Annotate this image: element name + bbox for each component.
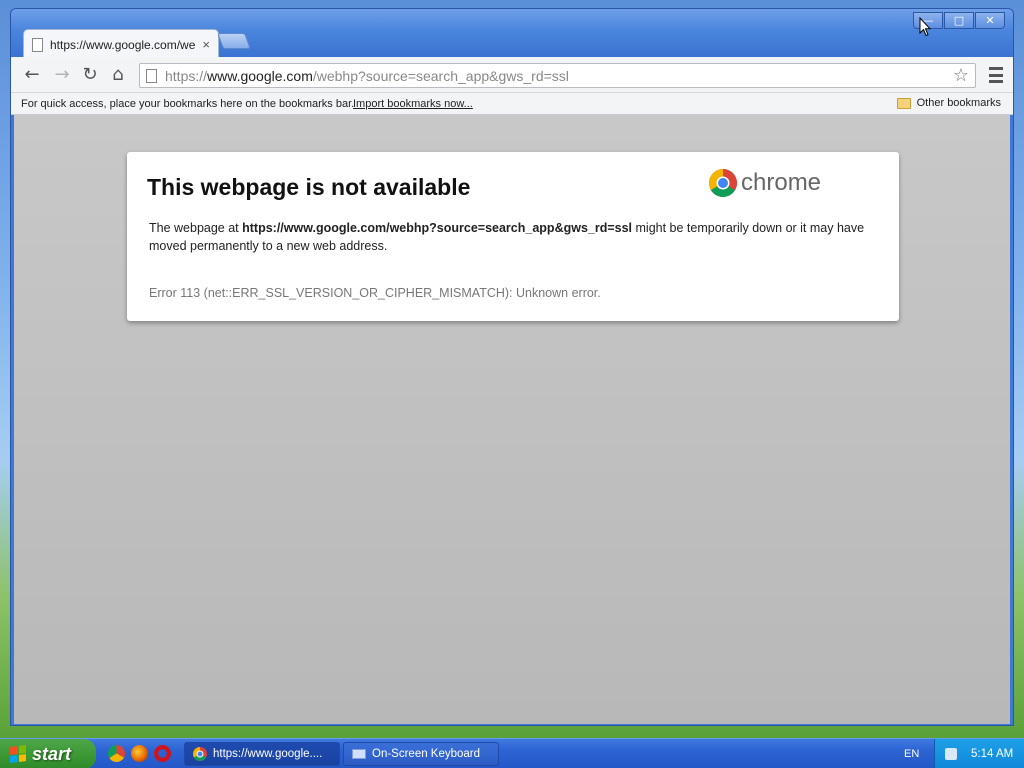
browser-tab[interactable]: https://www.google.com/we × — [23, 29, 219, 59]
chrome-quicklaunch-icon[interactable] — [108, 745, 125, 762]
network-icon[interactable] — [945, 748, 957, 760]
other-bookmarks-label: Other bookmarks — [916, 97, 1001, 109]
opera-quicklaunch-icon[interactable] — [154, 745, 171, 762]
system-tray: 5:14 AM — [934, 739, 1024, 768]
chrome-wordmark: chrome — [741, 169, 822, 196]
bookmarks-hint: For quick access, place your bookmarks h… — [21, 98, 355, 110]
keyboard-icon — [352, 749, 366, 759]
menu-icon[interactable] — [989, 67, 1003, 83]
error-description: The webpage at https://www.google.com/we… — [149, 219, 879, 255]
bookmark-star-icon[interactable]: ☆ — [953, 65, 969, 86]
chrome-window: — □ ✕ https://www.google.com/we × ← → ↻ … — [10, 8, 1014, 726]
import-bookmarks-link[interactable]: Import bookmarks now... — [353, 98, 473, 110]
start-label: start — [32, 743, 72, 764]
maximize-button[interactable]: □ — [944, 12, 974, 29]
home-icon[interactable]: ⌂ — [107, 64, 129, 86]
page-icon — [146, 68, 157, 83]
tab-close-icon[interactable]: × — [202, 37, 210, 52]
chrome-task-icon — [193, 747, 207, 761]
start-button[interactable]: start — [0, 739, 96, 768]
task-chrome[interactable]: https://www.google.... — [184, 742, 340, 766]
error-url: https://www.google.com/webhp?source=sear… — [242, 221, 633, 235]
clock[interactable]: 5:14 AM — [971, 748, 1013, 760]
taskbar: start https://www.google.... On-Screen K… — [0, 738, 1024, 768]
other-bookmarks-button[interactable]: Other bookmarks — [896, 97, 1001, 109]
error-title: This webpage is not available — [147, 174, 471, 200]
chrome-logo-icon — [709, 169, 737, 197]
firefox-quicklaunch-icon[interactable] — [131, 745, 148, 762]
page-icon — [32, 37, 43, 52]
tab-title: https://www.google.com/we — [50, 37, 196, 52]
task-chrome-label: https://www.google.... — [213, 748, 323, 760]
reload-icon[interactable]: ↻ — [79, 64, 101, 86]
url-host: www.google.com — [207, 67, 313, 84]
address-bar[interactable]: https://www.google.com/webhp?source=sear… — [139, 63, 976, 88]
new-tab-button[interactable] — [217, 33, 251, 49]
error-card: This webpage is not available chrome The… — [127, 152, 899, 321]
error-body-prefix: The webpage at — [149, 221, 243, 235]
url-scheme: https:// — [165, 67, 208, 84]
windows-logo-icon — [10, 745, 26, 763]
bookmarks-bar: For quick access, place your bookmarks h… — [11, 93, 1013, 115]
task-keyboard-label: On-Screen Keyboard — [372, 748, 481, 760]
back-arrow-icon[interactable]: ← — [21, 64, 43, 86]
folder-icon — [896, 97, 911, 109]
url-path: /webhp?source=search_app&gws_rd=ssl — [312, 67, 569, 84]
error-code: Error 113 (net::ERR_SSL_VERSION_OR_CIPHE… — [149, 286, 601, 300]
quick-launch — [108, 745, 171, 762]
task-on-screen-keyboard[interactable]: On-Screen Keyboard — [343, 742, 499, 766]
mouse-cursor-icon — [919, 17, 931, 37]
browser-toolbar: ← → ↻ ⌂ https://www.google.com/webhp?sou… — [11, 57, 1013, 93]
chrome-logo: chrome — [709, 169, 821, 197]
forward-arrow-icon[interactable]: → — [51, 64, 73, 86]
language-indicator[interactable]: EN — [904, 748, 919, 760]
close-window-button[interactable]: ✕ — [975, 12, 1005, 29]
page-content: This webpage is not available chrome The… — [14, 115, 1010, 724]
